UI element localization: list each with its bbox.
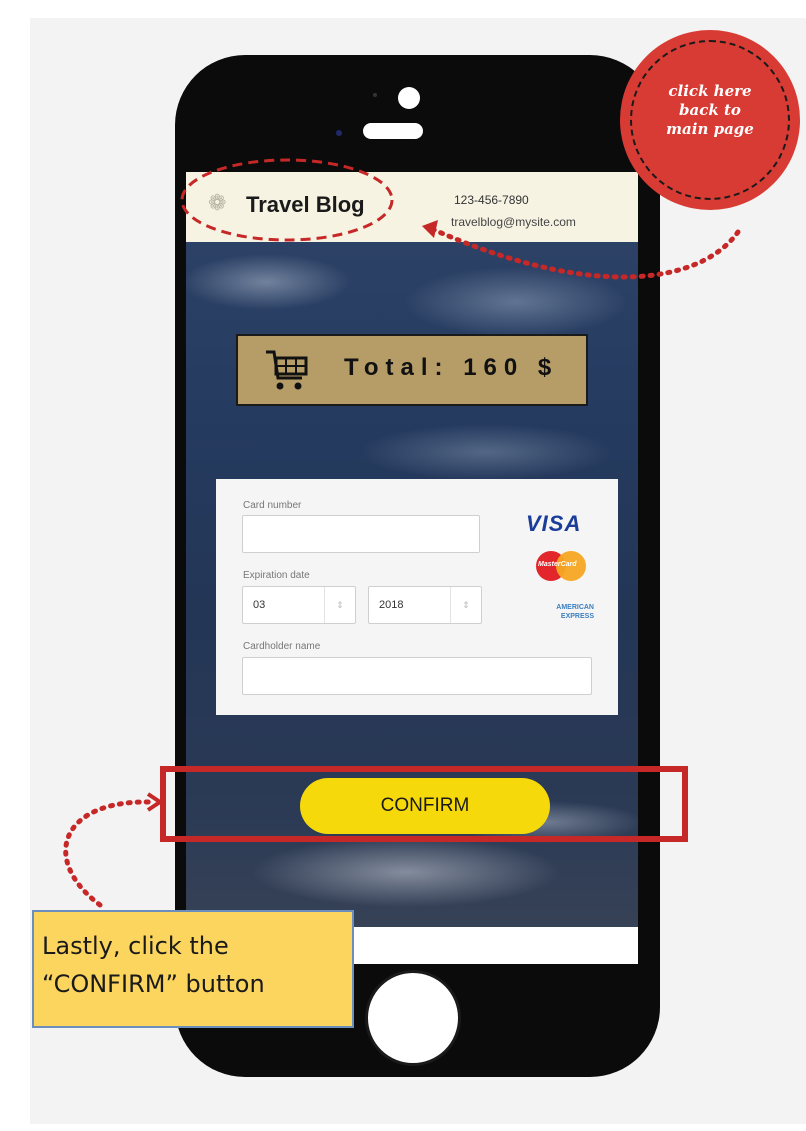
note-line-2: “CONFIRM” button xyxy=(42,970,265,998)
back-to-main-badge: click here back to main page xyxy=(620,30,800,210)
note-line-1: Lastly, click the xyxy=(42,932,229,960)
title-highlight-ellipse xyxy=(180,158,394,242)
tutorial-canvas: ❁ Travel Blog 123-456-7890 travelblog@my… xyxy=(0,0,806,1131)
instruction-note: Lastly, click the “CONFIRM” button xyxy=(32,910,354,1028)
confirm-highlight-box xyxy=(160,766,688,842)
badge-arrow xyxy=(427,225,741,280)
note-arrow xyxy=(63,799,153,908)
